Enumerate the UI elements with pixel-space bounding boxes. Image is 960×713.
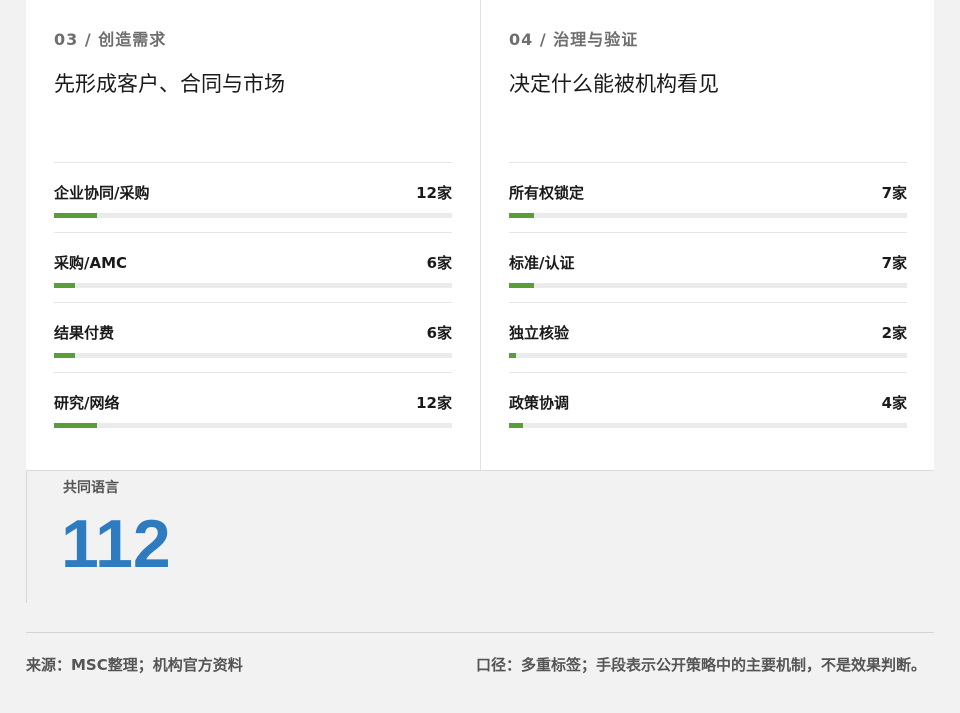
- row-count: 12家: [416, 184, 452, 202]
- progress-track: [509, 283, 907, 288]
- row-label: 独立核验: [509, 324, 570, 342]
- row-count: 4家: [881, 394, 907, 412]
- row-label: 结果付费: [54, 324, 115, 342]
- row-label: 研究/网络: [54, 394, 120, 412]
- list-item: 企业协同/采购 12家: [54, 162, 452, 232]
- progress-fill: [54, 353, 76, 358]
- card-governance: 04 / 治理与验证 决定什么能被机构看见 所有权锁定 7家 标准/认证 7家 …: [480, 0, 935, 470]
- row-count: 7家: [881, 184, 907, 202]
- page: 03 / 创造需求 先形成客户、合同与市场 企业协同/采购 12家 采购/AMC…: [0, 0, 960, 713]
- list-item: 采购/AMC 6家: [54, 232, 452, 302]
- card-kicker: 03 / 创造需求: [54, 30, 167, 49]
- progress-track: [54, 353, 452, 358]
- progress-fill: [509, 353, 517, 358]
- progress-track: [509, 213, 907, 218]
- card-kicker: 04 / 治理与验证: [509, 30, 639, 49]
- row-count: 2家: [881, 324, 907, 342]
- list-item: 所有权锁定 7家: [509, 162, 907, 232]
- progress-track: [509, 353, 907, 358]
- progress-fill: [509, 283, 534, 288]
- progress-fill: [509, 423, 524, 428]
- progress-track: [54, 283, 452, 288]
- footer-divider: [26, 632, 934, 633]
- common-language-stat: 共同语言 112: [26, 471, 227, 603]
- list-item: 政策协调 4家: [509, 372, 907, 442]
- stat-value: 112: [61, 506, 171, 582]
- progress-fill: [54, 423, 97, 428]
- progress-fill: [54, 283, 76, 288]
- list-item: 独立核验 2家: [509, 302, 907, 372]
- progress-track: [54, 423, 452, 428]
- row-label: 企业协同/采购: [54, 184, 150, 202]
- row-count: 12家: [416, 394, 452, 412]
- progress-fill: [54, 213, 97, 218]
- progress-fill: [509, 213, 534, 218]
- mechanism-list: 所有权锁定 7家 标准/认证 7家 独立核验 2家 政策协调 4家: [509, 162, 907, 442]
- list-item: 研究/网络 12家: [54, 372, 452, 442]
- row-count: 6家: [426, 254, 452, 272]
- stat-label: 共同语言: [63, 480, 119, 496]
- card-create-demand: 03 / 创造需求 先形成客户、合同与市场 企业协同/采购 12家 采购/AMC…: [26, 0, 479, 470]
- row-label: 所有权锁定: [509, 184, 585, 202]
- list-item: 结果付费 6家: [54, 302, 452, 372]
- row-count: 6家: [426, 324, 452, 342]
- mechanism-list: 企业协同/采购 12家 采购/AMC 6家 结果付费 6家 研究/网络 12家: [54, 162, 452, 442]
- progress-track: [509, 423, 907, 428]
- card-title: 先形成客户、合同与市场: [54, 72, 285, 96]
- list-item: 标准/认证 7家: [509, 232, 907, 302]
- method-note: 口径：多重标签；手段表示公开策略中的主要机制，不是效果判断。: [475, 656, 926, 674]
- card-title: 决定什么能被机构看见: [509, 72, 719, 96]
- row-label: 采购/AMC: [54, 254, 128, 272]
- source-note: 来源：MSC整理；机构官方资料: [26, 656, 243, 674]
- row-label: 政策协调: [509, 394, 570, 412]
- cards-panel: 03 / 创造需求 先形成客户、合同与市场 企业协同/采购 12家 采购/AMC…: [26, 0, 934, 471]
- row-count: 7家: [881, 254, 907, 272]
- progress-track: [54, 213, 452, 218]
- row-label: 标准/认证: [509, 254, 575, 272]
